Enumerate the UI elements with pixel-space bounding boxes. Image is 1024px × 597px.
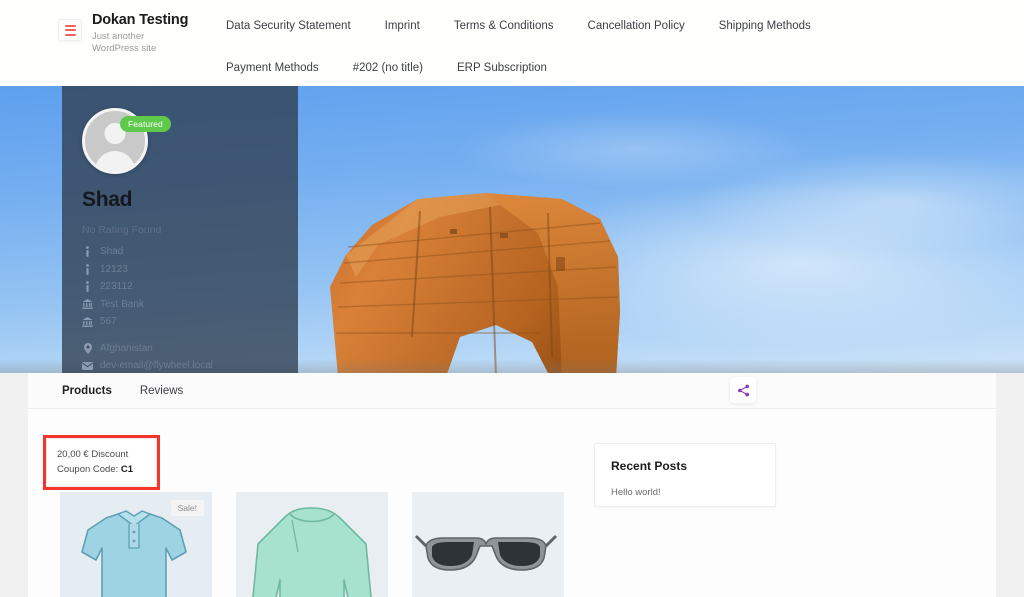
store-info-row: 567	[82, 313, 280, 331]
store-info-row: dev-email@flywheel.local	[82, 357, 280, 375]
coupon-card[interactable]: 20,00 € Discount Coupon Code: C1	[46, 438, 157, 487]
tab-list: Products Reviews	[62, 385, 211, 397]
avatar-wrap: Featured	[82, 108, 171, 174]
share-icon	[737, 384, 749, 396]
site-tagline: Just another WordPress site	[92, 31, 157, 54]
store-info-value: 223112	[100, 281, 133, 292]
bank-icon	[82, 316, 93, 327]
brand-block: Dokan Testing Just another WordPress sit…	[58, 10, 188, 55]
product-card-blue-polo-shirt[interactable]: Sale!	[60, 492, 212, 597]
info-icon	[82, 246, 93, 258]
store-rating: No Rating Found	[82, 224, 162, 236]
store-content: 20,00 € Discount Coupon Code: C1 Sale! R…	[28, 409, 996, 597]
bank-icon	[82, 299, 93, 310]
banner-rock-formation	[330, 193, 620, 373]
share-button[interactable]	[730, 377, 756, 403]
store-info-row: Afghanistan	[82, 340, 280, 358]
product-grid: Sale!	[60, 492, 564, 597]
envelope-icon	[82, 361, 93, 370]
store-info-value: Shad	[100, 246, 124, 257]
primary-navigation: Data Security Statement Imprint Terms & …	[226, 14, 946, 80]
nav-item-imprint[interactable]: Imprint	[385, 14, 420, 38]
recent-post-link[interactable]: Hello world!	[611, 486, 759, 499]
location-pin-icon	[82, 342, 93, 354]
store-info-row: Shad	[82, 243, 280, 261]
coupon-code-line: Coupon Code: C1	[57, 462, 147, 477]
product-card-mint-sweatshirt[interactable]	[236, 492, 388, 597]
featured-badge: Featured	[120, 116, 171, 132]
nav-item-shipping-methods[interactable]: Shipping Methods	[719, 14, 811, 38]
recent-posts-widget: Recent Posts Hello world!	[594, 443, 776, 507]
store-info-row: Test Bank	[82, 296, 280, 314]
store-name: Shad	[82, 188, 133, 211]
store-info-value: 12123	[100, 263, 128, 275]
store-info-value: Afghanistan	[100, 342, 153, 354]
coupon-code-label: Coupon Code:	[57, 464, 119, 475]
tab-products[interactable]: Products	[62, 385, 112, 397]
hamburger-menu-icon[interactable]	[58, 19, 82, 41]
product-image-sunglasses	[412, 492, 564, 597]
store-info-value: 567	[100, 316, 117, 327]
brand-text: Dokan Testing Just another WordPress sit…	[92, 10, 188, 55]
nav-item-erp-subscription[interactable]: ERP Subscription	[457, 56, 547, 80]
widget-title: Recent Posts	[611, 459, 688, 473]
store-info-row: 223112	[82, 278, 280, 296]
store-profile-card: Featured Shad No Rating Found Shad 12123…	[62, 86, 298, 373]
nav-item-data-security-statement[interactable]: Data Security Statement	[226, 14, 351, 38]
site-header: Dokan Testing Just another WordPress sit…	[0, 0, 1024, 86]
coupon-code-value: C1	[120, 464, 134, 475]
nav-item-cancellation-policy[interactable]: Cancellation Policy	[588, 14, 685, 38]
nav-item-terms-conditions[interactable]: Terms & Conditions	[454, 14, 554, 38]
store-tab-bar: Products Reviews	[28, 373, 996, 409]
nav-item-202-no-title[interactable]: #202 (no title)	[353, 56, 423, 80]
store-info-list: Shad 12123 223112 Test Bank 567 Afghanis…	[82, 243, 280, 375]
nav-item-payment-methods[interactable]: Payment Methods	[226, 56, 319, 80]
coupon-highlight-annotation: 20,00 € Discount Coupon Code: C1	[43, 435, 160, 490]
store-info-email[interactable]: dev-email@flywheel.local	[100, 357, 213, 375]
store-page: Dokan Testing Just another WordPress sit…	[0, 0, 1024, 597]
store-info-row: 12123	[82, 261, 280, 279]
coupon-discount: 20,00 € Discount	[57, 449, 129, 460]
store-info-value: Test Bank	[100, 298, 144, 310]
product-image-mint-sweatshirt	[236, 492, 388, 597]
sale-badge: Sale!	[170, 500, 204, 516]
info-icon	[82, 263, 93, 275]
site-title[interactable]: Dokan Testing	[92, 12, 188, 29]
tab-reviews[interactable]: Reviews	[140, 385, 183, 397]
product-card-sunglasses[interactable]	[412, 492, 564, 597]
info-icon	[82, 281, 93, 293]
